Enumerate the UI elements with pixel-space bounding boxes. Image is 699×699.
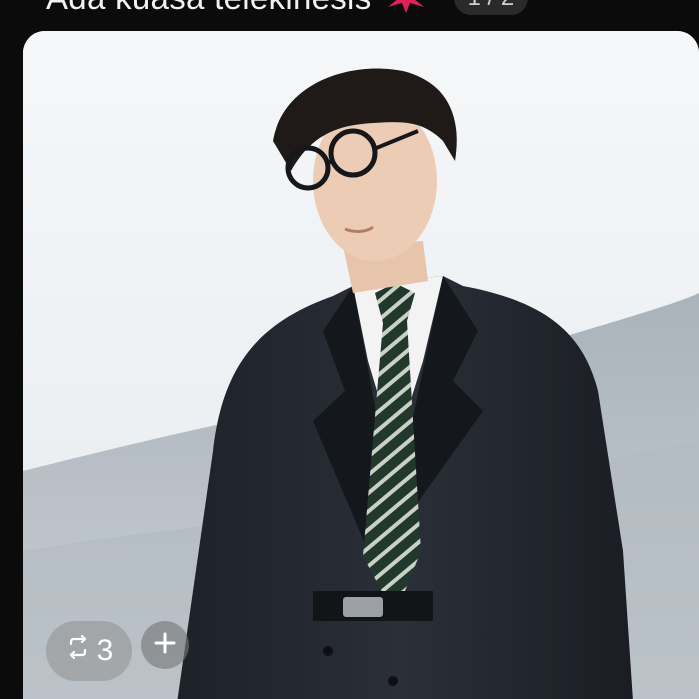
post-photo[interactable] — [23, 31, 699, 699]
post-caption-row: Ada kuasa telekinesis 1 / 2 — [46, 0, 529, 18]
photo-image — [23, 31, 699, 699]
plus-icon — [153, 631, 177, 660]
repost-count: 3 — [96, 634, 114, 667]
repost-icon — [65, 634, 91, 668]
add-button[interactable] — [141, 621, 189, 669]
post-view: Ada kuasa telekinesis 1 / 2 — [0, 0, 699, 699]
post-caption: Ada kuasa telekinesis — [46, 0, 372, 17]
sparkle-emoji-icon — [386, 0, 426, 13]
repost-button[interactable]: 3 — [46, 621, 132, 681]
image-counter: 1 / 2 — [453, 0, 529, 15]
